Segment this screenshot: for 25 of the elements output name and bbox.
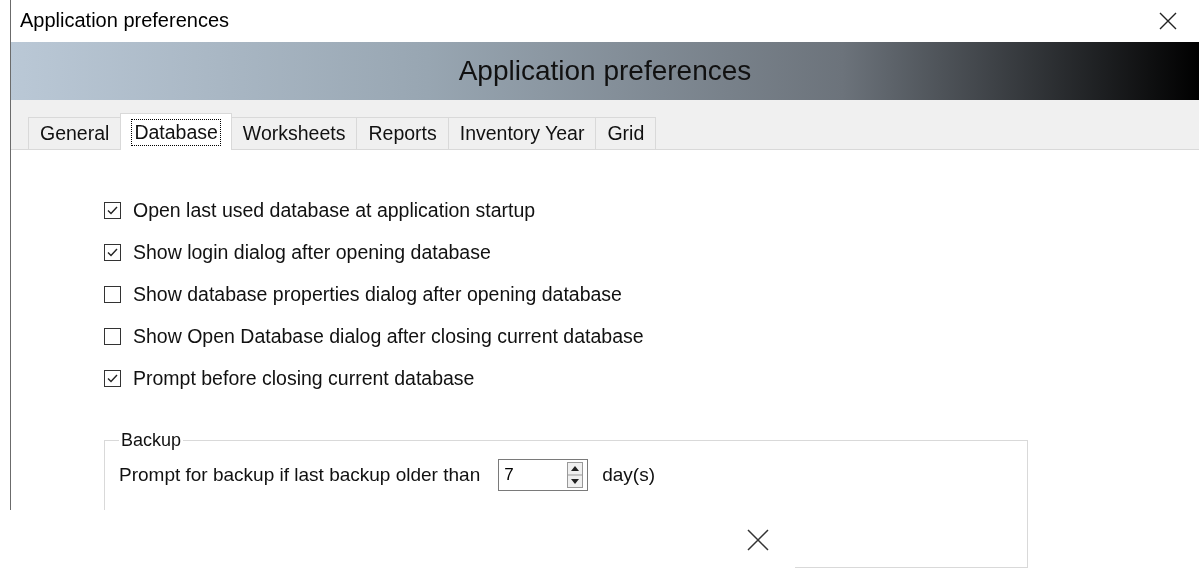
checkbox-label: Open last used database at application startup: [133, 199, 536, 222]
checkmark-icon: [106, 246, 119, 259]
checkbox-label: Prompt before closing current database: [133, 367, 475, 390]
window-title: Application preferences: [20, 9, 229, 33]
checkbox-label: Show login dialog after opening database: [133, 241, 491, 264]
group-title: Backup: [120, 430, 183, 451]
unit-label: day(s): [602, 464, 655, 486]
close-icon[interactable]: [1159, 11, 1177, 30]
checkbox[interactable]: [104, 328, 121, 345]
checkbox[interactable]: [104, 286, 121, 303]
backup-prompt-label: Prompt for backup if last backup older than: [119, 464, 481, 486]
spin-arrows-icon[interactable]: [567, 462, 584, 488]
checkbox[interactable]: [104, 244, 121, 261]
days-spinner[interactable]: 7: [498, 459, 589, 491]
tab[interactable]: General: [28, 117, 122, 149]
checkmark-icon: [106, 372, 119, 385]
banner-title: Application preferences: [458, 55, 752, 88]
tab[interactable]: Database: [120, 113, 232, 150]
checkbox-label: Show Open Database dialog after closing current database: [133, 325, 644, 348]
checkbox[interactable]: [104, 202, 121, 219]
checkbox-label: Show database properties dialog after opening database: [133, 283, 622, 306]
tab[interactable]: Grid: [595, 117, 657, 149]
close-icon[interactable]: [747, 529, 769, 551]
checkbox[interactable]: [104, 370, 121, 387]
checkmark-icon: [106, 204, 119, 217]
